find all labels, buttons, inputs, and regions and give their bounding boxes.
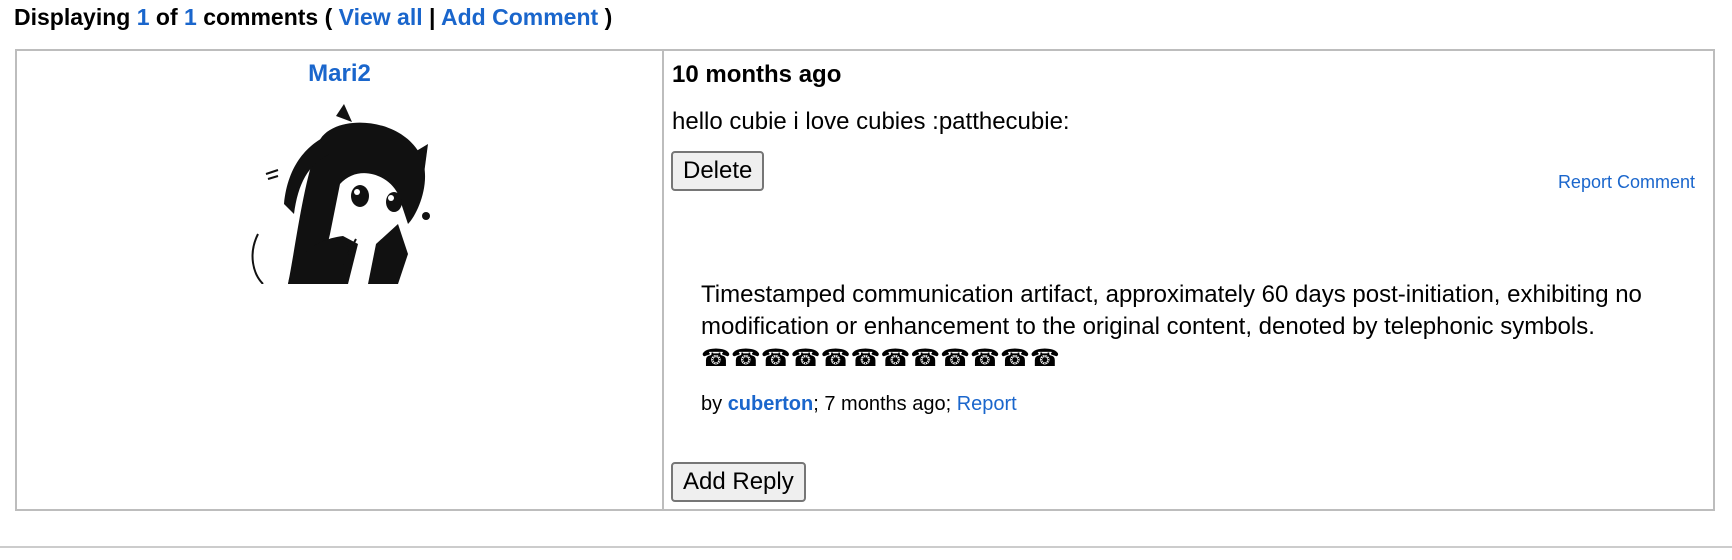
footer-divider bbox=[0, 546, 1732, 548]
reply-author-link[interactable]: cuberton bbox=[728, 393, 814, 415]
delete-button[interactable]: Delete bbox=[671, 151, 765, 191]
username-link[interactable]: Mari2 bbox=[17, 60, 662, 88]
comments-header: Displaying 1 of 1 comments ( View all | … bbox=[14, 4, 612, 31]
header-of: of bbox=[155, 4, 178, 30]
avatar-icon[interactable] bbox=[248, 104, 448, 284]
shown-count-link[interactable]: 1 bbox=[137, 4, 150, 30]
add-reply-button[interactable]: Add Reply bbox=[671, 462, 806, 502]
reply-meta: by cuberton; 7 months ago; Report bbox=[701, 393, 1017, 416]
header-separator: | bbox=[429, 4, 436, 30]
comment-body: hello cubie i love cubies :patthecubie: bbox=[672, 108, 1070, 135]
header-close-paren: ) bbox=[604, 4, 613, 30]
comment-timestamp: 10 months ago bbox=[672, 61, 842, 88]
reply-timestamp: 7 months ago; bbox=[824, 393, 952, 415]
report-comment-link[interactable]: Report Comment bbox=[1558, 172, 1695, 193]
header-prefix: Displaying bbox=[14, 4, 131, 30]
header-suffix: comments ( bbox=[203, 4, 333, 30]
comment-author-cell: Mari2 bbox=[17, 51, 664, 509]
reply-report-link[interactable]: Report bbox=[957, 393, 1017, 415]
comment-table: Mari2 10 months ago hello cubie i love c… bbox=[15, 49, 1715, 511]
view-all-link[interactable]: View all bbox=[339, 4, 423, 30]
add-comment-link[interactable]: Add Comment bbox=[441, 4, 598, 30]
reply-by-label: by bbox=[701, 393, 723, 415]
reply-semicolon: ; bbox=[813, 393, 819, 415]
reply-text: Timestamped communication artifact, appr… bbox=[701, 281, 1642, 372]
comment-content-cell: 10 months ago hello cubie i love cubies … bbox=[664, 51, 1713, 509]
total-count-link[interactable]: 1 bbox=[184, 4, 197, 30]
